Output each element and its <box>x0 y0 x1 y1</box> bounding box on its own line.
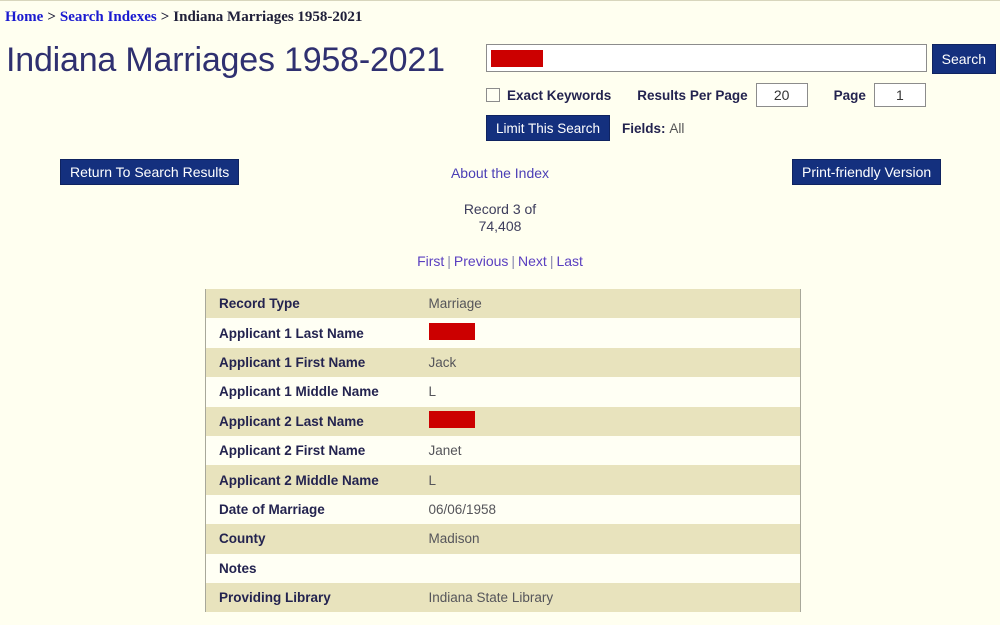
breadcrumb-link-home[interactable]: Home <box>5 9 43 25</box>
breadcrumb: Home > Search Indexes > Indiana Marriages 19… <box>5 9 362 26</box>
fields-label: Fields: <box>622 120 666 136</box>
record-field-label: Applicant 1 First Name <box>219 354 366 370</box>
exact-keywords-label: Exact Keywords <box>507 87 612 103</box>
search-panel: Search Exact Keywords Results Per Page 2… <box>486 44 996 141</box>
record-field-label: Applicant 1 Middle Name <box>219 384 379 400</box>
search-options-row: Exact Keywords Results Per Page 20 Page … <box>486 83 996 107</box>
results-per-page-input[interactable]: 20 <box>755 83 808 107</box>
record-field-value: L <box>428 472 437 488</box>
table-row: Applicant 2 Last Name <box>205 406 801 436</box>
table-row: Providing Library Indiana State Library <box>205 582 801 613</box>
table-row: Applicant 1 Middle Name L <box>205 377 801 407</box>
record-field-label: County <box>219 531 266 547</box>
record-field-label: Applicant 2 Last Name <box>219 413 364 429</box>
page-label: Page <box>833 87 866 103</box>
pager-divider-3: | <box>549 253 554 269</box>
table-row: Record Type Marriage <box>205 289 801 319</box>
table-row: Applicant 1 Last Name <box>205 318 801 348</box>
record-field-value: Madison <box>428 531 480 547</box>
pager-last-link[interactable]: Last <box>556 253 582 269</box>
record-field-value: Jack <box>428 354 457 370</box>
record-field-value: Janet <box>428 443 462 459</box>
fields-value: All <box>669 120 685 136</box>
breadcrumb-separator-2: > <box>160 9 170 25</box>
pager-first-link[interactable]: First <box>417 253 444 269</box>
record-detail-table: Record Type Marriage Applicant 1 Last Name… <box>205 289 801 613</box>
redaction-block <box>428 323 475 341</box>
table-row: Applicant 2 First Name Janet <box>205 435 801 466</box>
limit-search-button[interactable]: Limit This Search <box>486 115 611 141</box>
record-field-value: L <box>428 384 437 400</box>
exact-keywords-checkbox[interactable] <box>486 88 500 102</box>
record-field-label: Record Type <box>219 296 300 312</box>
breadcrumb-current: Indiana Marriages 1958-2021 <box>173 9 363 25</box>
pager: First | Previous | Next | Last <box>0 253 1000 269</box>
table-row: County Madison <box>205 524 801 554</box>
limit-search-row: Limit This Search Fields: All <box>486 115 996 141</box>
record-navigation: About the Index Record 3 of 74,408 First… <box>0 165 1000 269</box>
search-row: Search <box>486 44 996 74</box>
record-field-label: Notes <box>219 560 257 576</box>
table-row: Applicant 1 First Name Jack <box>205 347 801 378</box>
record-field-label: Applicant 2 First Name <box>219 443 366 459</box>
search-button[interactable]: Search <box>931 44 996 74</box>
results-per-page-label: Results Per Page <box>637 87 748 103</box>
pager-divider-1: | <box>447 253 451 269</box>
about-the-index-link[interactable]: About the Index <box>0 165 1000 181</box>
record-field-value <box>416 318 801 347</box>
record-position-text: Record 3 of 74,408 <box>463 201 537 234</box>
record-field-label: Applicant 2 Middle Name <box>219 472 379 488</box>
record-field-value <box>416 554 801 583</box>
redaction-block-query <box>491 49 543 67</box>
record-field-value <box>416 407 801 436</box>
breadcrumb-link-search-indexes[interactable]: Search Indexes <box>60 9 157 25</box>
record-field-value: 06/06/1958 <box>428 501 497 517</box>
table-row: Applicant 2 Middle Name L <box>205 465 801 495</box>
redaction-block <box>428 411 475 429</box>
record-field-value: Indiana State Library <box>428 590 554 606</box>
pager-next-link[interactable]: Next <box>518 253 547 269</box>
page-number-input[interactable]: 1 <box>873 83 926 107</box>
record-table-body: Record Type Marriage Applicant 1 Last Name… <box>205 289 801 613</box>
breadcrumb-separator-1: > <box>47 9 56 25</box>
table-row: Notes <box>205 553 801 583</box>
table-row: Date of Marriage 06/06/1958 <box>205 494 801 525</box>
page-root: Home > Search Indexes > Indiana Marriages 19… <box>0 0 1000 625</box>
pager-previous-link[interactable]: Previous <box>454 253 508 269</box>
search-input[interactable] <box>486 44 927 72</box>
pager-divider-2: | <box>511 253 516 269</box>
page-title: Indiana Marriages 1958-2021 <box>6 41 445 79</box>
record-field-label: Applicant 1 Last Name <box>219 325 364 341</box>
record-field-label: Providing Library <box>219 590 331 606</box>
record-field-value: Marriage <box>428 296 482 312</box>
fields-summary: Fields: All <box>622 121 684 136</box>
record-field-label: Date of Marriage <box>219 501 325 517</box>
